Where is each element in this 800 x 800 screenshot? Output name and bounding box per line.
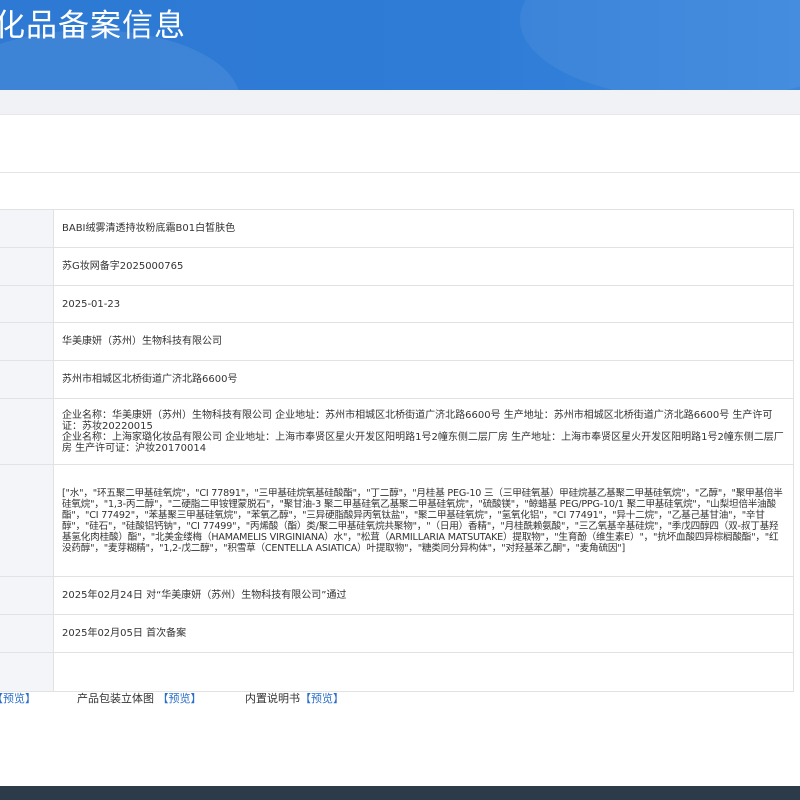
filing-status-value: 2025年02月05日 首次备案 xyxy=(53,614,794,653)
table-row: 苏州市相城区北桥街道广济北路6600号 xyxy=(0,360,794,399)
page-title: 化品备案信息 xyxy=(0,8,186,44)
attachment-item: 【预览】 xyxy=(0,690,36,706)
preview-link[interactable]: 【预览】 xyxy=(158,692,202,705)
product-name-value: BABI绒雾清透持妆粉底霜B01白皙肤色 xyxy=(53,209,794,248)
field-label-cell xyxy=(0,247,54,286)
attachment-label: 产品包装立体图 xyxy=(77,692,154,705)
page-header: 化品备案信息 xyxy=(0,0,800,90)
attachment-preview-row: 【预览】 产品包装立体图 【预览】 内置说明书【预览】 xyxy=(0,690,800,706)
field-label-cell xyxy=(0,285,54,323)
filing-number-value: 苏G妆网备字2025000765 xyxy=(53,247,794,286)
attachment-item: 内置说明书【预览】 xyxy=(245,690,344,706)
divider xyxy=(0,172,800,173)
field-label-cell xyxy=(0,209,54,248)
attachment-item: 产品包装立体图 【预览】 xyxy=(77,690,202,706)
empty-value xyxy=(53,652,794,692)
manufacturer-entry: 企业名称：上海家璐化妆品有限公司 企业地址：上海市奉贤区星火开发区阳明路1号2幢… xyxy=(62,431,784,454)
divider xyxy=(0,114,800,115)
manufacturer-entry: 企业名称：华美康妍（苏州）生物科技有限公司 企业地址：苏州市相城区北桥街道广济北… xyxy=(62,409,773,432)
attachment-label: 内置说明书 xyxy=(245,692,300,705)
table-row: 苏G妆网备字2025000765 xyxy=(0,247,794,286)
field-label-cell xyxy=(0,360,54,399)
table-row: 华美康妍（苏州）生物科技有限公司 xyxy=(0,322,794,361)
field-label-cell xyxy=(0,614,54,653)
field-label-cell xyxy=(0,398,54,465)
registrant-name-value: 华美康妍（苏州）生物科技有限公司 xyxy=(53,322,794,361)
preview-link[interactable]: 【预览】 xyxy=(0,692,36,705)
table-row: 2025-01-23 xyxy=(0,285,794,323)
manufacturer-info-value: 企业名称：华美康妍（苏州）生物科技有限公司 企业地址：苏州市相城区北桥街道广济北… xyxy=(53,398,794,465)
sub-navigation-bar xyxy=(0,90,800,114)
ingredients-value: ["水"，"环五聚二甲基硅氧烷"，"CI 77891"，"三甲基硅烷氧基硅酸酯"… xyxy=(53,464,794,577)
field-label-cell xyxy=(0,322,54,361)
table-row: 2025年02月05日 首次备案 xyxy=(0,614,794,653)
filing-date-value: 2025-01-23 xyxy=(53,285,794,323)
filing-info-table: BABI绒雾清透持妆粉底霜B01白皙肤色 苏G妆网备字2025000765 20… xyxy=(0,209,794,692)
table-row xyxy=(0,652,794,692)
table-row: BABI绒雾清透持妆粉底霜B01白皙肤色 xyxy=(0,209,794,248)
table-row: 2025年02月24日 对“华美康妍（苏州）生物科技有限公司”通过 xyxy=(0,576,794,615)
field-label-cell xyxy=(0,652,54,692)
table-row: 企业名称：华美康妍（苏州）生物科技有限公司 企业地址：苏州市相城区北桥街道广济北… xyxy=(0,398,794,465)
page-footer xyxy=(0,786,800,800)
preview-link[interactable]: 【预览】 xyxy=(300,692,344,705)
field-label-cell xyxy=(0,464,54,577)
change-record-value: 2025年02月24日 对“华美康妍（苏州）生物科技有限公司”通过 xyxy=(53,576,794,615)
field-label-cell xyxy=(0,576,54,615)
registrant-address-value: 苏州市相城区北桥街道广济北路6600号 xyxy=(53,360,794,399)
table-row: ["水"，"环五聚二甲基硅氧烷"，"CI 77891"，"三甲基硅烷氧基硅酸酯"… xyxy=(0,464,794,577)
